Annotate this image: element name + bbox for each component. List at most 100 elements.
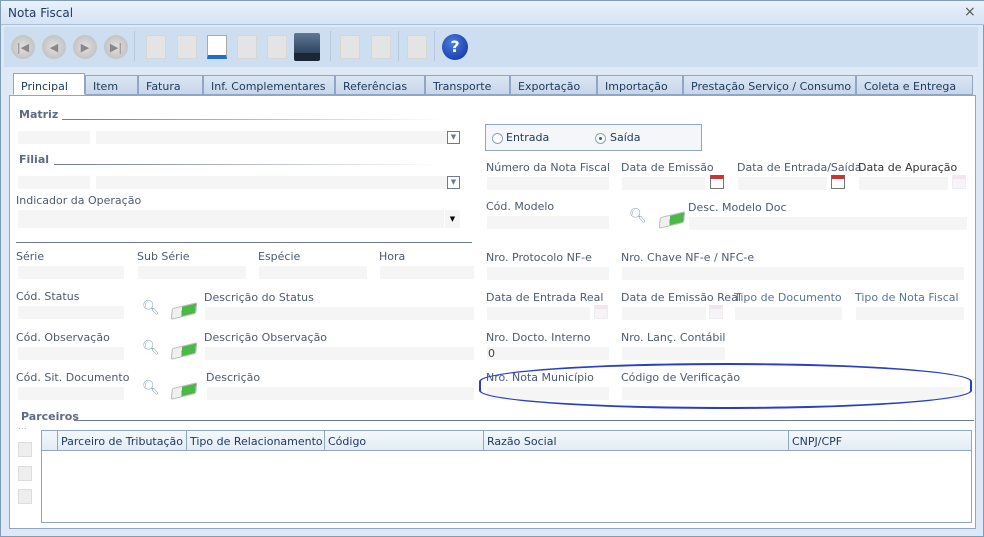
edit-icon (177, 35, 197, 59)
data-apuracao-input[interactable] (859, 177, 948, 190)
chevron-down-icon[interactable]: ▼ (445, 210, 460, 228)
row-header-corner (42, 431, 58, 451)
help-button[interactable]: ? (442, 33, 468, 61)
desc-obs-label: Descrição Observação (204, 331, 328, 344)
desc-status-input[interactable] (205, 307, 474, 320)
cod-obs-input[interactable] (18, 347, 124, 360)
hora-input[interactable] (380, 266, 474, 279)
search-icon[interactable]: 🔍︎ (629, 208, 647, 226)
tab-coleta-entrega[interactable]: Coleta e Entrega (856, 75, 973, 95)
edit-button[interactable] (174, 33, 200, 61)
undo-button[interactable] (204, 33, 230, 61)
more-icon[interactable]: ... (18, 422, 27, 432)
eraser-icon[interactable] (170, 342, 198, 360)
tipo-documento-input[interactable] (735, 307, 842, 320)
delete-partner-icon[interactable] (18, 489, 32, 504)
save-button[interactable] (294, 33, 320, 61)
serie-label: Série (16, 250, 45, 263)
new-button[interactable] (143, 33, 169, 61)
calendar-icon[interactable] (831, 175, 845, 189)
data-emissao-real-input[interactable] (622, 307, 706, 320)
report-button[interactable] (337, 33, 363, 61)
close-icon[interactable]: × (964, 4, 976, 20)
descricao-input[interactable] (207, 387, 474, 400)
tab-exportacao[interactable]: Exportação (510, 75, 597, 95)
previous-record-button[interactable]: ◀ (41, 33, 67, 61)
chave-input[interactable] (622, 267, 964, 280)
data-apuracao-label: Data de Apuração (858, 161, 958, 174)
tab-fatura[interactable]: Fatura (138, 75, 203, 95)
totals-button[interactable] (368, 33, 394, 61)
search-icon[interactable]: 🔍︎ (142, 380, 160, 398)
data-entrada-saida-input[interactable] (738, 177, 827, 190)
column-header[interactable]: CNPJ/CPF (789, 431, 971, 451)
data-entrada-saida-label: Data de Entrada/Saída (737, 161, 862, 174)
data-entrada-real-input[interactable] (487, 307, 590, 320)
last-record-button[interactable]: ▶| (103, 33, 129, 61)
calendar-icon (709, 305, 723, 319)
eraser-icon[interactable] (658, 211, 686, 229)
calendar-icon (594, 305, 608, 319)
saida-radio[interactable] (595, 133, 606, 144)
column-header[interactable]: Razão Social (484, 431, 789, 451)
cod-status-input[interactable] (18, 306, 124, 319)
edit-partner-icon[interactable] (18, 466, 32, 481)
chevron-down-icon[interactable]: ▼ (447, 176, 460, 189)
cod-modelo-input[interactable] (487, 216, 609, 229)
tab-referencias[interactable]: Referências (335, 75, 425, 95)
partners-grid[interactable]: Parceiro de Tributação Tipo de Relaciona… (41, 430, 972, 523)
calendar-icon[interactable] (710, 175, 724, 189)
tab-prestacao-servico[interactable]: Prestação Serviço / Consumo (683, 75, 856, 95)
numero-nf-input[interactable] (487, 177, 609, 190)
column-header[interactable]: Tipo de Relacionamento (187, 431, 325, 451)
tab-principal[interactable]: Principal (13, 73, 85, 95)
tab-inf-complementares[interactable]: Inf. Complementares (203, 75, 335, 95)
filial-name-select[interactable] (96, 176, 447, 189)
eraser-icon[interactable] (170, 302, 198, 320)
sub-serie-label: Sub Série (137, 250, 190, 263)
chevron-down-icon[interactable]: ▼ (447, 131, 460, 144)
search-icon[interactable]: 🔍︎ (142, 300, 160, 318)
data-emissao-label: Data de Emissão (621, 161, 714, 174)
matriz-section-title: Matriz (19, 108, 59, 121)
add-partner-icon[interactable] (18, 442, 32, 457)
filial-code-input[interactable] (18, 176, 90, 189)
first-record-button[interactable]: |◀ (10, 33, 36, 61)
lanc-contabil-input[interactable] (622, 347, 725, 360)
separator (398, 31, 399, 61)
column-header[interactable]: Parceiro de Tributação (58, 431, 187, 451)
matriz-name-select[interactable] (96, 131, 447, 144)
lock-button[interactable] (404, 33, 430, 61)
entrada-radio[interactable] (492, 133, 503, 144)
sub-serie-input[interactable] (138, 266, 246, 279)
data-emissao-input[interactable] (622, 177, 705, 190)
cancel-button[interactable] (234, 33, 260, 61)
matriz-code-input[interactable] (18, 131, 90, 144)
protocolo-input[interactable] (487, 267, 609, 280)
entrada-label[interactable]: Entrada (506, 131, 549, 144)
indicador-operacao-select[interactable] (18, 210, 444, 228)
tab-importacao[interactable]: Importação (597, 75, 683, 95)
column-header[interactable]: Código (325, 431, 484, 451)
search-icon[interactable]: 🔍︎ (142, 340, 160, 358)
report-icon (340, 35, 360, 59)
tab-item[interactable]: Item (85, 75, 138, 95)
tipo-nota-input[interactable] (856, 307, 964, 320)
serie-input[interactable] (18, 266, 124, 279)
desc-modelo-input[interactable] (689, 217, 967, 230)
saida-label[interactable]: Saída (610, 131, 641, 144)
protocolo-label: Nro. Protocolo NF-e (486, 251, 592, 264)
desc-obs-input[interactable] (205, 347, 474, 360)
lock-icon (407, 35, 427, 59)
especie-input[interactable] (259, 266, 367, 279)
cod-obs-label: Cód. Observação (16, 331, 110, 344)
tab-transporte[interactable]: Transporte (425, 75, 510, 95)
redo-button[interactable] (264, 33, 290, 61)
cod-sit-input[interactable] (18, 387, 124, 400)
eraser-icon[interactable] (170, 382, 198, 400)
tipo-nota-label: Tipo de Nota Fiscal (855, 291, 959, 304)
principal-panel: Matriz ▼ Filial ▼ Indicador da Operação … (9, 95, 976, 529)
last-record-icon: ▶| (104, 35, 128, 59)
docto-interno-input[interactable]: 0 (487, 347, 609, 360)
next-record-button[interactable]: ▶ (72, 33, 98, 61)
